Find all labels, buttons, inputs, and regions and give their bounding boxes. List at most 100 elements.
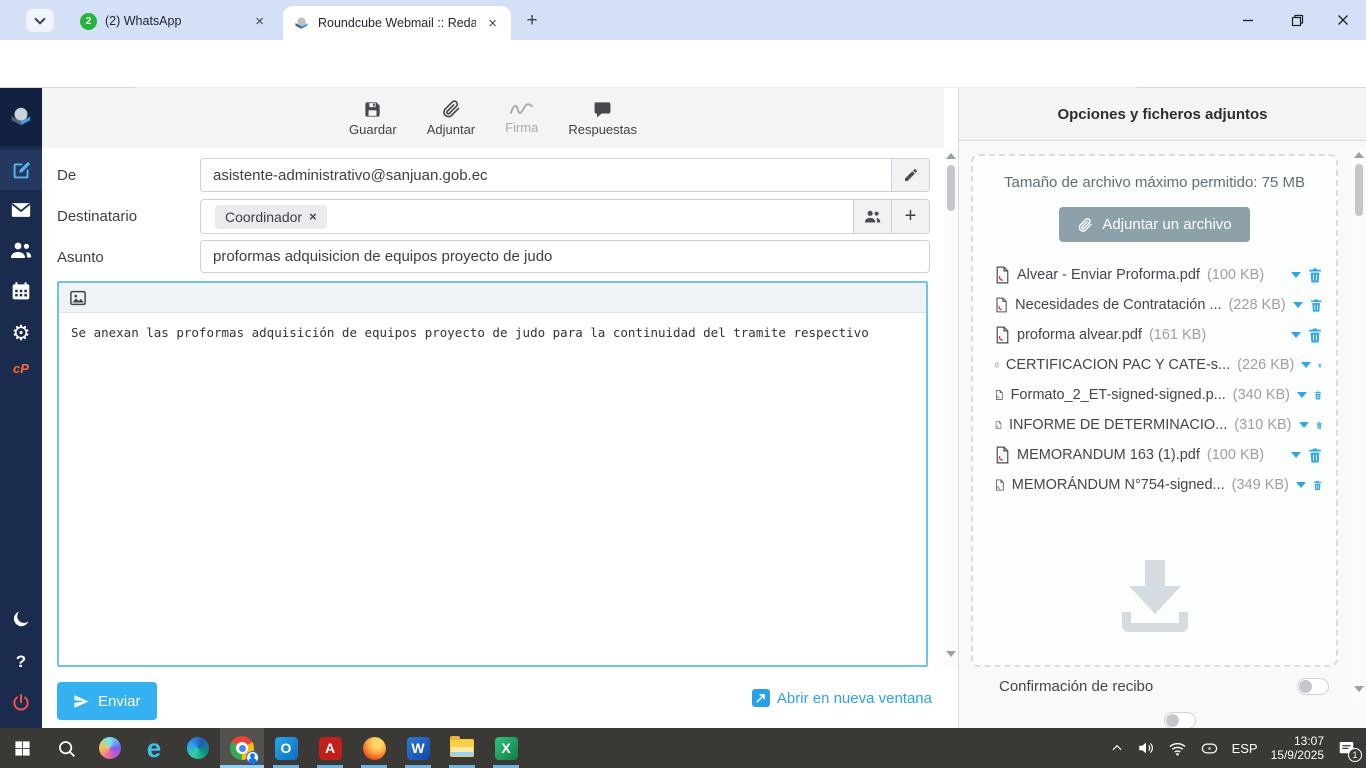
attachment-list: Alvear - Enviar Proforma.pdf (100 KB) Ne… — [973, 260, 1336, 500]
sidebar-mail-icon[interactable] — [0, 190, 42, 230]
attachment-row[interactable]: INFORME DE DETERMINACIO... (310 KB) — [973, 410, 1336, 440]
attachment-menu-caret-icon[interactable] — [1297, 392, 1307, 398]
attachment-menu-caret-icon[interactable] — [1298, 422, 1309, 428]
compose-scrollbar[interactable] — [944, 148, 958, 668]
delete-attachment-trash-icon[interactable] — [1308, 327, 1322, 344]
attachment-row[interactable]: CERTIFICACION PAC Y CATE-s... (226 KB) — [973, 350, 1336, 380]
attachment-row[interactable]: Formato_2_ET-signed-signed.p... (340 KB) — [973, 380, 1336, 410]
scrollbar-thumb[interactable] — [947, 165, 955, 211]
receipt-toggle[interactable] — [1297, 678, 1329, 695]
action-center-button[interactable]: 1 — [1337, 739, 1362, 762]
delete-attachment-trash-icon[interactable] — [1308, 447, 1322, 464]
meet-now-icon[interactable] — [1200, 739, 1219, 758]
max-size-note: Tamaño de archivo máximo permitido: 75 M… — [1004, 174, 1305, 191]
taskbar-firefox-button[interactable] — [352, 728, 396, 768]
insert-image-icon[interactable] — [69, 289, 87, 307]
attachment-row[interactable]: MEMORÁNDUM N°754-signed... (349 KB) — [973, 470, 1336, 500]
signature-label: Firma — [505, 120, 539, 135]
window-restore-button[interactable] — [1282, 6, 1312, 34]
file-explorer-icon — [450, 736, 474, 757]
subject-input[interactable]: proformas adquisicion de equipos proyect… — [201, 241, 929, 272]
compose-toolbar: Guardar Adjuntar Firma Respuestas — [42, 88, 944, 148]
attach-button[interactable]: Adjuntar — [427, 99, 475, 137]
roundcube-logo[interactable] — [0, 88, 42, 146]
attachment-size: (161 KB) — [1148, 327, 1207, 343]
from-input[interactable]: asistente-administrativo@sanjuan.gob.ec — [201, 159, 891, 191]
sidebar-help-icon[interactable]: ? — [0, 642, 42, 682]
delete-attachment-trash-icon[interactable] — [1316, 417, 1322, 434]
attach-file-button[interactable]: Adjuntar un archivo — [1059, 207, 1250, 242]
taskbar-edge-button[interactable] — [176, 728, 220, 768]
signature-button[interactable]: Firma — [505, 101, 538, 135]
attachment-menu-caret-icon[interactable] — [1295, 482, 1306, 488]
chevron-down-icon — [34, 13, 46, 25]
sidebar: ⚙ cP ? — [0, 88, 42, 728]
attachment-row[interactable]: MEMORANDUM 163 (1).pdf (100 KB) — [973, 440, 1336, 470]
open-new-window-link[interactable]: Abrir en nueva ventana — [751, 689, 932, 707]
sidebar-calendar-icon[interactable] — [0, 271, 42, 311]
taskbar-file-explorer-button[interactable] — [440, 728, 484, 768]
sidebar-contacts-icon[interactable] — [0, 230, 42, 270]
attachment-menu-caret-icon[interactable] — [1291, 272, 1301, 278]
delete-attachment-trash-icon[interactable] — [1310, 297, 1322, 314]
message-body-input[interactable]: Se anexan las proformas adquisición de e… — [59, 313, 926, 352]
address-book-button[interactable] — [853, 200, 891, 233]
tray-chevron-up-icon[interactable] — [1110, 741, 1124, 755]
volume-icon[interactable] — [1137, 739, 1155, 757]
taskbar-copilot-button[interactable] — [88, 728, 132, 768]
save-button[interactable]: Guardar — [349, 100, 397, 137]
add-recipient-button[interactable]: + — [891, 200, 929, 233]
sidebar-compose-icon[interactable] — [0, 150, 42, 190]
attachment-row[interactable]: Necesidades de Contratación ... (228 KB) — [973, 290, 1336, 320]
taskbar-outlook-button[interactable]: O — [264, 728, 308, 768]
window-minimize-button[interactable] — [1233, 6, 1263, 34]
tab-close-icon[interactable]: × — [251, 13, 268, 30]
taskbar-excel-button[interactable]: X — [484, 728, 528, 768]
attachment-menu-caret-icon[interactable] — [1301, 362, 1312, 368]
recipient-chip[interactable]: Coordinador × — [215, 204, 327, 229]
delete-attachment-trash-icon[interactable] — [1314, 387, 1322, 404]
tab-search-button[interactable] — [26, 9, 54, 32]
paperclip-icon — [1079, 217, 1093, 232]
panel-scrollbar[interactable] — [1352, 148, 1365, 704]
new-tab-button[interactable]: + — [520, 9, 544, 33]
tab-close-icon[interactable]: × — [484, 15, 501, 32]
window-close-button[interactable] — [1328, 6, 1358, 34]
taskbar-clock[interactable]: 13:07 15/9/2025 — [1271, 734, 1324, 762]
start-button[interactable] — [0, 728, 44, 768]
recipients-input[interactable]: Coordinador × — [201, 200, 853, 233]
sidebar-settings-gear-icon[interactable]: ⚙ — [0, 313, 42, 353]
remove-recipient-icon[interactable]: × — [309, 209, 317, 224]
edit-sender-button[interactable] — [891, 159, 929, 191]
scroll-up-icon[interactable] — [1353, 152, 1364, 158]
scroll-down-icon[interactable] — [1353, 686, 1364, 692]
attachment-menu-caret-icon[interactable] — [1291, 332, 1301, 338]
language-indicator[interactable]: ESP — [1232, 741, 1258, 756]
attachment-menu-caret-icon[interactable] — [1291, 452, 1301, 458]
attachment-row[interactable]: proforma alvear.pdf (161 KB) — [973, 320, 1336, 350]
tab-roundcube[interactable]: Roundcube Webmail :: Redactar × — [283, 6, 511, 40]
delivery-status-toggle[interactable] — [1164, 712, 1196, 729]
scroll-up-icon[interactable] — [946, 153, 956, 159]
delete-attachment-trash-icon[interactable] — [1313, 477, 1322, 494]
sidebar-darkmode-moon-icon[interactable] — [0, 599, 42, 639]
scrollbar-thumb[interactable] — [1354, 164, 1363, 216]
responses-button[interactable]: Respuestas — [568, 100, 637, 137]
send-button[interactable]: Enviar — [57, 682, 157, 720]
attachment-menu-caret-icon[interactable] — [1292, 302, 1303, 308]
tab-whatsapp[interactable]: 2 (2) WhatsApp × — [70, 7, 278, 35]
delete-attachment-trash-icon[interactable] — [1308, 267, 1322, 284]
scroll-down-icon[interactable] — [946, 651, 956, 657]
delete-attachment-trash-icon[interactable] — [1318, 357, 1322, 374]
sidebar-logout-power-icon[interactable] — [0, 683, 42, 723]
taskbar-chrome-button[interactable] — [220, 728, 264, 768]
attachment-size: (310 KB) — [1234, 417, 1292, 433]
taskbar-search-button[interactable] — [44, 728, 88, 768]
sidebar-cpanel-icon[interactable]: cP — [0, 348, 42, 388]
wifi-icon[interactable] — [1168, 739, 1187, 758]
taskbar-internet-explorer-button[interactable]: e — [132, 728, 176, 768]
copilot-icon — [99, 737, 121, 759]
taskbar-word-button[interactable]: W — [396, 728, 440, 768]
taskbar-acrobat-button[interactable]: A — [308, 728, 352, 768]
attachment-row[interactable]: Alvear - Enviar Proforma.pdf (100 KB) — [973, 260, 1336, 290]
